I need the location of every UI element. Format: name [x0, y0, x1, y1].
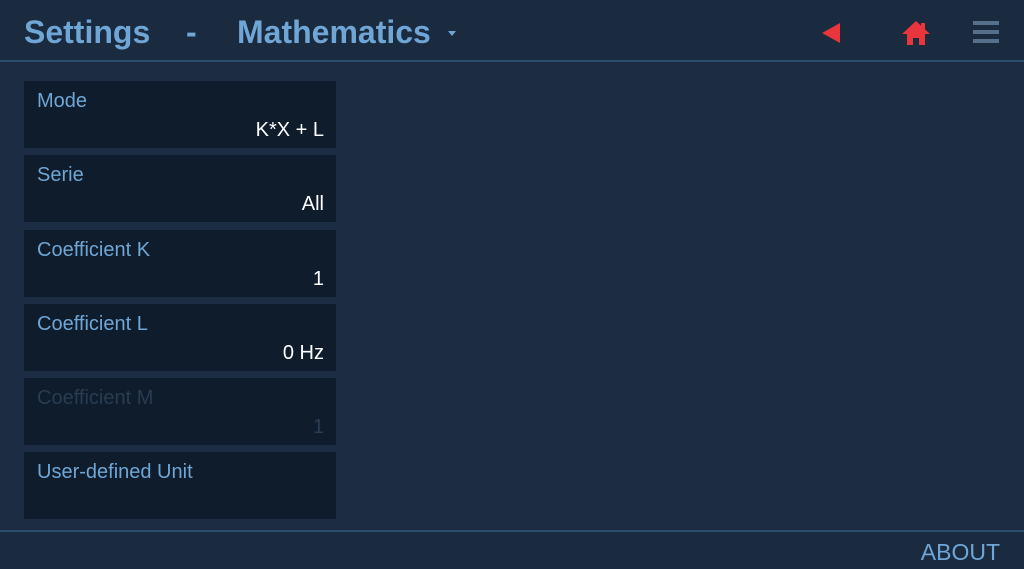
back-button[interactable]	[818, 20, 846, 46]
setting-value: All	[301, 193, 324, 215]
page-title: Settings	[24, 14, 151, 50]
home-icon	[902, 21, 930, 45]
footer-bar: ABOUT	[0, 530, 1024, 569]
hamburger-menu-icon	[973, 21, 999, 43]
setting-coefficient-k[interactable]: Coefficient K 1	[24, 230, 336, 297]
back-arrow-icon	[822, 23, 840, 43]
title-separator: -	[186, 14, 197, 50]
setting-label: Coefficient K	[37, 239, 151, 261]
setting-label: Serie	[37, 164, 84, 186]
setting-value: 1	[312, 416, 324, 438]
setting-value: 0 Hz	[282, 342, 324, 364]
setting-label: Coefficient L	[37, 313, 148, 335]
home-button[interactable]	[899, 18, 933, 48]
setting-value: 1	[312, 268, 324, 290]
setting-label: User-defined Unit	[37, 461, 193, 483]
section-selector[interactable]: Mathematics	[237, 14, 431, 50]
settings-panel: Mode K*X + L Serie All Coefficient K 1 C…	[0, 62, 1024, 530]
setting-mode[interactable]: Mode K*X + L	[24, 81, 336, 148]
menu-button[interactable]	[970, 18, 1002, 46]
setting-user-defined-unit[interactable]: User-defined Unit	[24, 452, 336, 519]
setting-value: K*X + L	[255, 119, 324, 141]
setting-label: Mode	[37, 90, 88, 112]
setting-coefficient-l[interactable]: Coefficient L 0 Hz	[24, 304, 336, 371]
setting-label: Coefficient M	[37, 387, 154, 409]
setting-serie[interactable]: Serie All	[24, 155, 336, 222]
chevron-down-icon[interactable]	[448, 31, 456, 36]
header-bar: Settings - Mathematics	[0, 0, 1024, 62]
about-link[interactable]: ABOUT	[921, 539, 1000, 566]
setting-coefficient-m: Coefficient M 1	[24, 378, 336, 445]
